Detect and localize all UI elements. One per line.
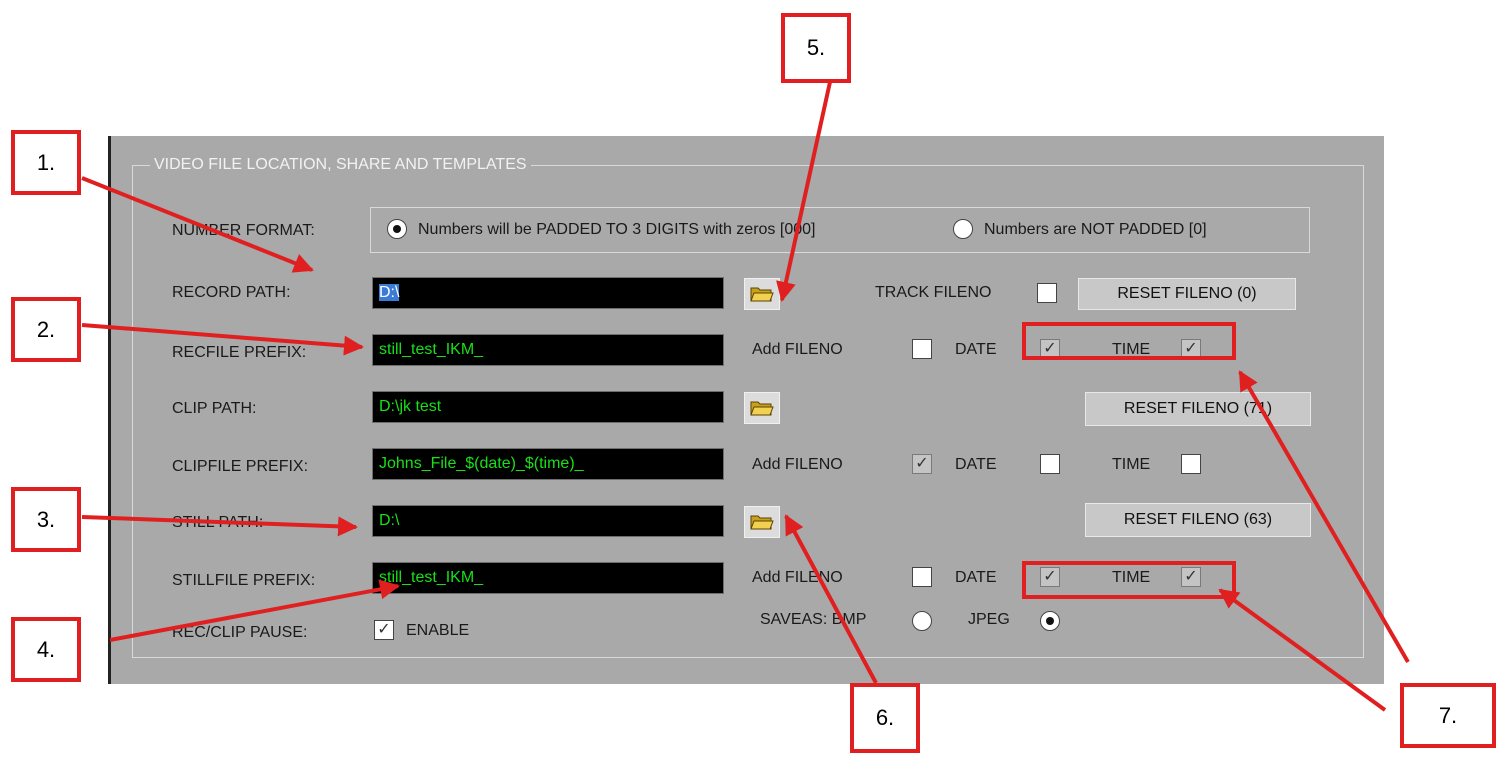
callout-arrows — [81, 81, 1410, 712]
callout-5: 5. — [781, 13, 851, 83]
callout-3: 3. — [11, 487, 81, 552]
callout-2: 2. — [11, 297, 81, 362]
callout-4: 4. — [11, 617, 81, 682]
callout-6: 6. — [850, 683, 920, 753]
callout-7: 7. — [1400, 683, 1496, 748]
callout-1: 1. — [11, 130, 81, 195]
